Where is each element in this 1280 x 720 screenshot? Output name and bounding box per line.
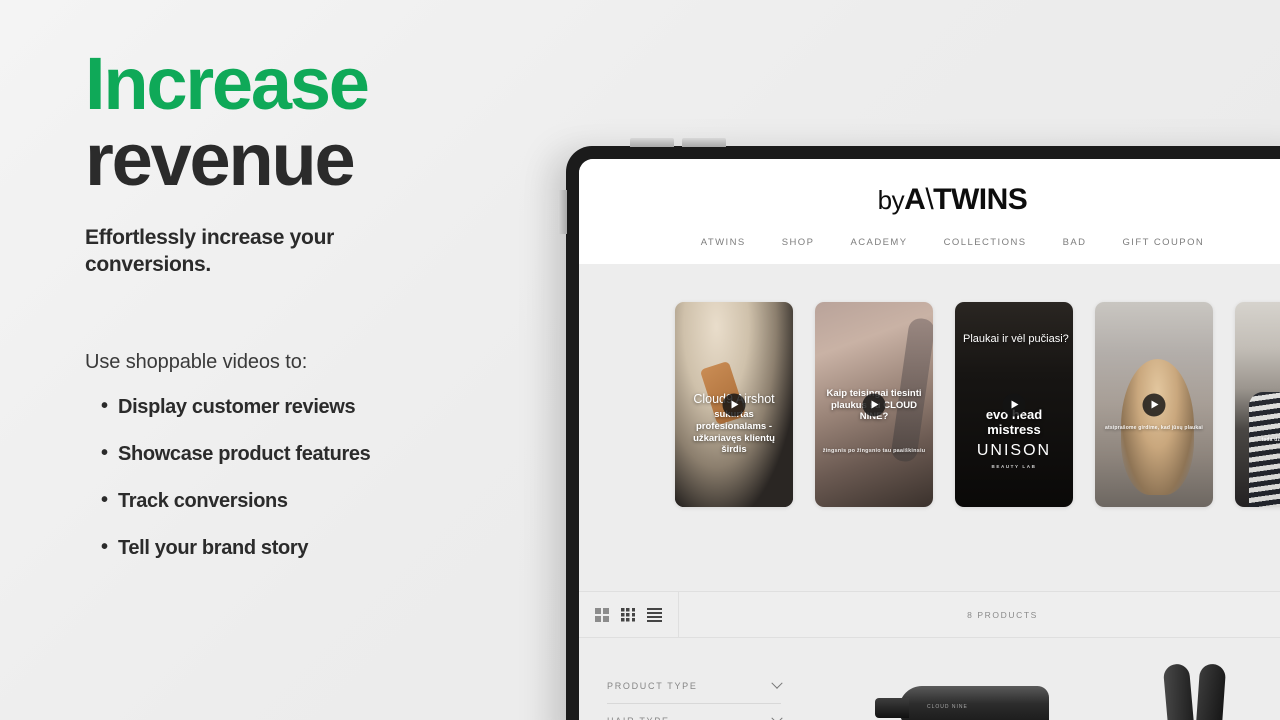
play-icon[interactable] (862, 393, 886, 416)
nav-item-collections[interactable]: COLLECTIONS (944, 237, 1027, 248)
collection-toolbar: 8 PRODUCTS (579, 591, 1280, 638)
grid-2-column-view-icon[interactable] (595, 607, 609, 622)
power-button[interactable] (558, 190, 567, 234)
filter-label: PRODUCT TYPE (607, 681, 698, 691)
product-grid: CLOUD NINE (809, 638, 1280, 720)
list-item: Showcase product features (85, 442, 555, 466)
chevron-down-icon[interactable] (771, 712, 783, 720)
play-icon[interactable] (722, 393, 746, 416)
site-header: byA\TWINS ATWINS SHOP ACADEMY COLLECTION… (579, 159, 1280, 264)
list-item: Display customer reviews (85, 395, 555, 419)
nav-item-bad[interactable]: BAD (1063, 237, 1087, 248)
filter-hair-type[interactable]: HAIR TYPE (607, 707, 783, 720)
video-card[interactable]: tada džiovinamos Unison (1235, 302, 1280, 507)
brand-slash: \ (925, 183, 934, 216)
list-lead-in: Use shoppable videos to: (85, 350, 308, 373)
volume-down-button[interactable] (682, 138, 726, 147)
video-caption-sub: sukurtas profesionalams - užkariavęs kli… (693, 409, 775, 456)
headline-line-1: Increase (85, 42, 370, 125)
tablet-screen: byA\TWINS ATWINS SHOP ACADEMY COLLECTION… (579, 159, 1280, 720)
video-caption-sub: žingsnis po žingsnio tau paaiškinsiu (822, 447, 926, 454)
brand-name: TWINS (933, 183, 1028, 216)
product-count: 8 PRODUCTS (967, 609, 1038, 620)
collection-body: PRODUCT TYPE HAIR TYPE CLOUD NINE (579, 638, 1280, 720)
video-brand: UNISON (976, 442, 1052, 460)
headline-line-2: revenue (85, 117, 356, 201)
video-thumbnail (1235, 302, 1280, 507)
filter-label: HAIR TYPE (607, 716, 670, 720)
marketing-panel: Increase revenue Effortlessly increase y… (85, 0, 555, 720)
grid-3-column-view-icon[interactable] (621, 607, 635, 622)
divider (607, 703, 781, 704)
product-brand-text: CLOUD NINE (927, 704, 968, 710)
filter-sidebar: PRODUCT TYPE HAIR TYPE (579, 638, 809, 720)
product-card-hair-dryer[interactable]: CLOUD NINE (875, 660, 1065, 720)
headline: Increase revenue (85, 42, 555, 201)
brand-mark: A (904, 183, 926, 216)
nav-item-atwins[interactable]: ATWINS (701, 237, 746, 248)
list-item: Track conversions (85, 489, 555, 513)
play-icon[interactable] (1142, 393, 1166, 416)
dryer-barrel (899, 686, 1049, 720)
video-caption-sub: atsiprašome girdime, kad jūsų plaukai (1105, 425, 1203, 431)
filter-product-type[interactable]: PRODUCT TYPE (607, 672, 783, 700)
brand-logo[interactable]: byA\TWINS (579, 185, 1280, 215)
brand-prefix: by (877, 185, 905, 215)
chevron-down-icon[interactable] (771, 677, 783, 689)
tablet-device: byA\TWINS ATWINS SHOP ACADEMY COLLECTION… (558, 138, 1280, 720)
list-view-icon[interactable] (647, 607, 662, 622)
play-icon[interactable] (1002, 393, 1026, 416)
nav-item-shop[interactable]: SHOP (782, 237, 815, 248)
shoppable-video-carousel: Cloud9 Airshot sukurtas profesionalams -… (579, 264, 1280, 507)
video-card[interactable]: Kaip teisingai tiesinti plaukus su CLOUD… (815, 302, 933, 507)
nav-item-gift-coupon[interactable]: GIFT COUPON (1122, 237, 1204, 248)
dryer-nozzle (875, 698, 909, 718)
straightener-arm-lower (1191, 663, 1227, 720)
view-switcher (579, 592, 679, 637)
video-card[interactable]: Plaukai ir vėl pučiasi? evo head mistres… (955, 302, 1073, 507)
volume-up-button[interactable] (630, 138, 674, 147)
list-item: Tell your brand story (85, 536, 555, 560)
video-caption-top: Plaukai ir vėl pučiasi? (963, 332, 1069, 345)
site-navigation: ATWINS SHOP ACADEMY COLLECTIONS BAD GIFT… (579, 237, 1280, 248)
video-caption-sub: tada džiovinamos Unison (1261, 437, 1280, 444)
nav-item-academy[interactable]: ACADEMY (850, 237, 907, 248)
benefit-list: Display customer reviews Showcase produc… (85, 395, 555, 560)
video-brand-sub: BEAUTY LAB (991, 463, 1037, 469)
product-card-hair-straightener[interactable] (1154, 663, 1264, 720)
straightener-arm-upper (1162, 663, 1200, 720)
video-card[interactable]: Cloud9 Airshot sukurtas profesionalams -… (675, 302, 793, 507)
video-card[interactable]: atsiprašome girdime, kad jūsų plaukai (1095, 302, 1213, 507)
subheadline: Effortlessly increase your conversions. (85, 226, 334, 277)
